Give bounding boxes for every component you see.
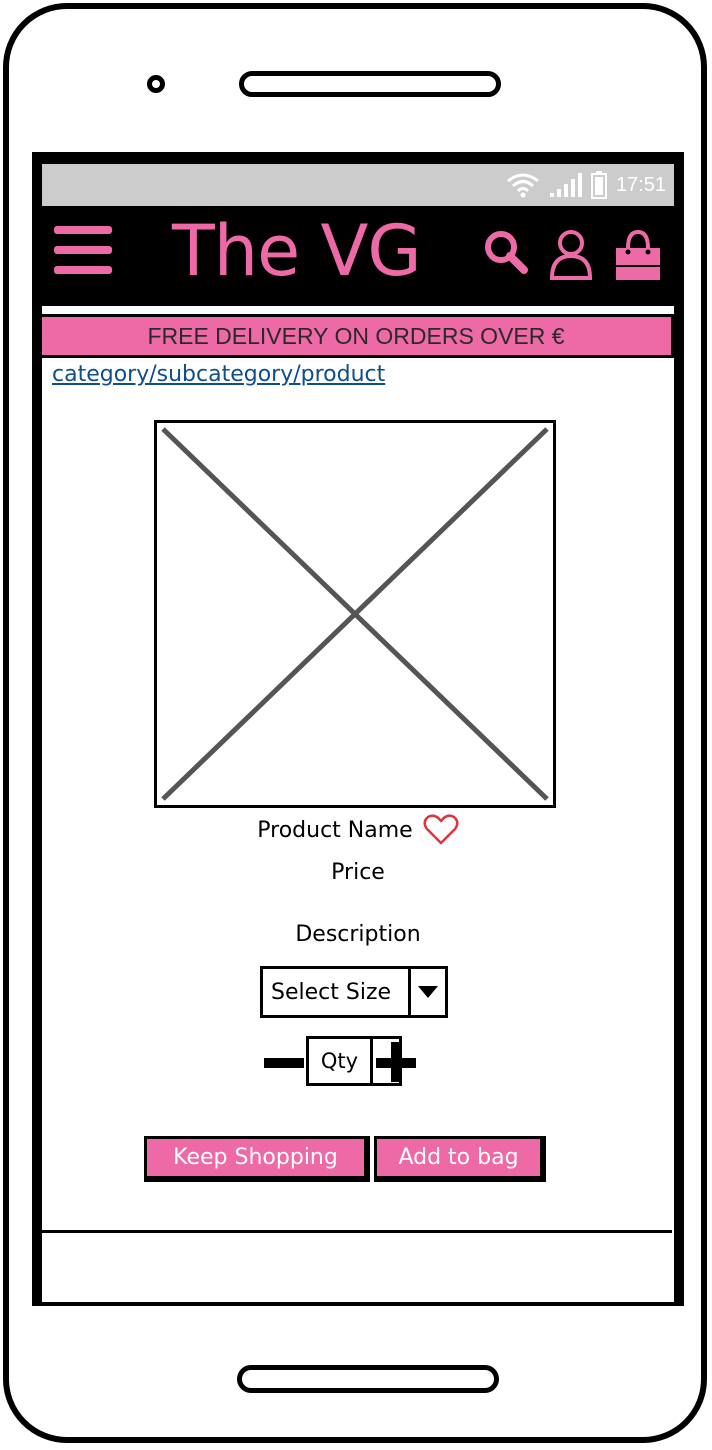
- minus-icon[interactable]: [264, 1058, 304, 1068]
- status-time: 17:51: [615, 173, 666, 196]
- quantity-stepper: Qty: [264, 1036, 424, 1088]
- product-name-row: Product Name: [42, 814, 674, 846]
- breadcrumb[interactable]: category/subcategory/product: [52, 362, 385, 387]
- product-name: Product Name: [257, 817, 413, 843]
- size-select[interactable]: Select Size: [260, 966, 448, 1018]
- keep-shopping-button[interactable]: Keep Shopping: [144, 1136, 370, 1182]
- footer-bar: [42, 1230, 672, 1302]
- chevron-down-icon: [418, 986, 438, 998]
- quantity-label: Qty: [320, 1049, 359, 1073]
- size-select-label: Select Size: [271, 979, 392, 1005]
- product-image-placeholder: [154, 420, 556, 808]
- heart-icon[interactable]: [423, 814, 459, 846]
- plus-icon[interactable]: [376, 1042, 416, 1082]
- phone-screen: 17:51 The VG FREE DELIVERY ON ORDERS OVE…: [32, 152, 684, 1306]
- signal-icon: [549, 173, 582, 197]
- speaker-grille: [239, 71, 501, 97]
- site-logo[interactable]: The VG: [172, 206, 422, 296]
- product-description: Description: [295, 922, 421, 947]
- image-placeholder-icon: [161, 427, 549, 801]
- promo-banner: FREE DELIVERY ON ORDERS OVER €: [42, 314, 674, 358]
- battery-icon: [590, 171, 607, 199]
- search-icon[interactable]: [482, 228, 530, 276]
- status-bar: 17:51: [42, 164, 674, 206]
- product-price: Price: [331, 860, 385, 885]
- wifi-icon: [507, 173, 539, 198]
- shopping-bag-icon[interactable]: [612, 228, 664, 284]
- camera-icon: [147, 75, 165, 93]
- size-dropdown-button[interactable]: [408, 969, 445, 1015]
- home-button[interactable]: [237, 1365, 499, 1393]
- menu-icon[interactable]: [54, 226, 112, 278]
- site-header: The VG: [42, 206, 674, 306]
- add-to-bag-button[interactable]: Add to bag: [374, 1136, 546, 1182]
- user-icon[interactable]: [548, 228, 594, 282]
